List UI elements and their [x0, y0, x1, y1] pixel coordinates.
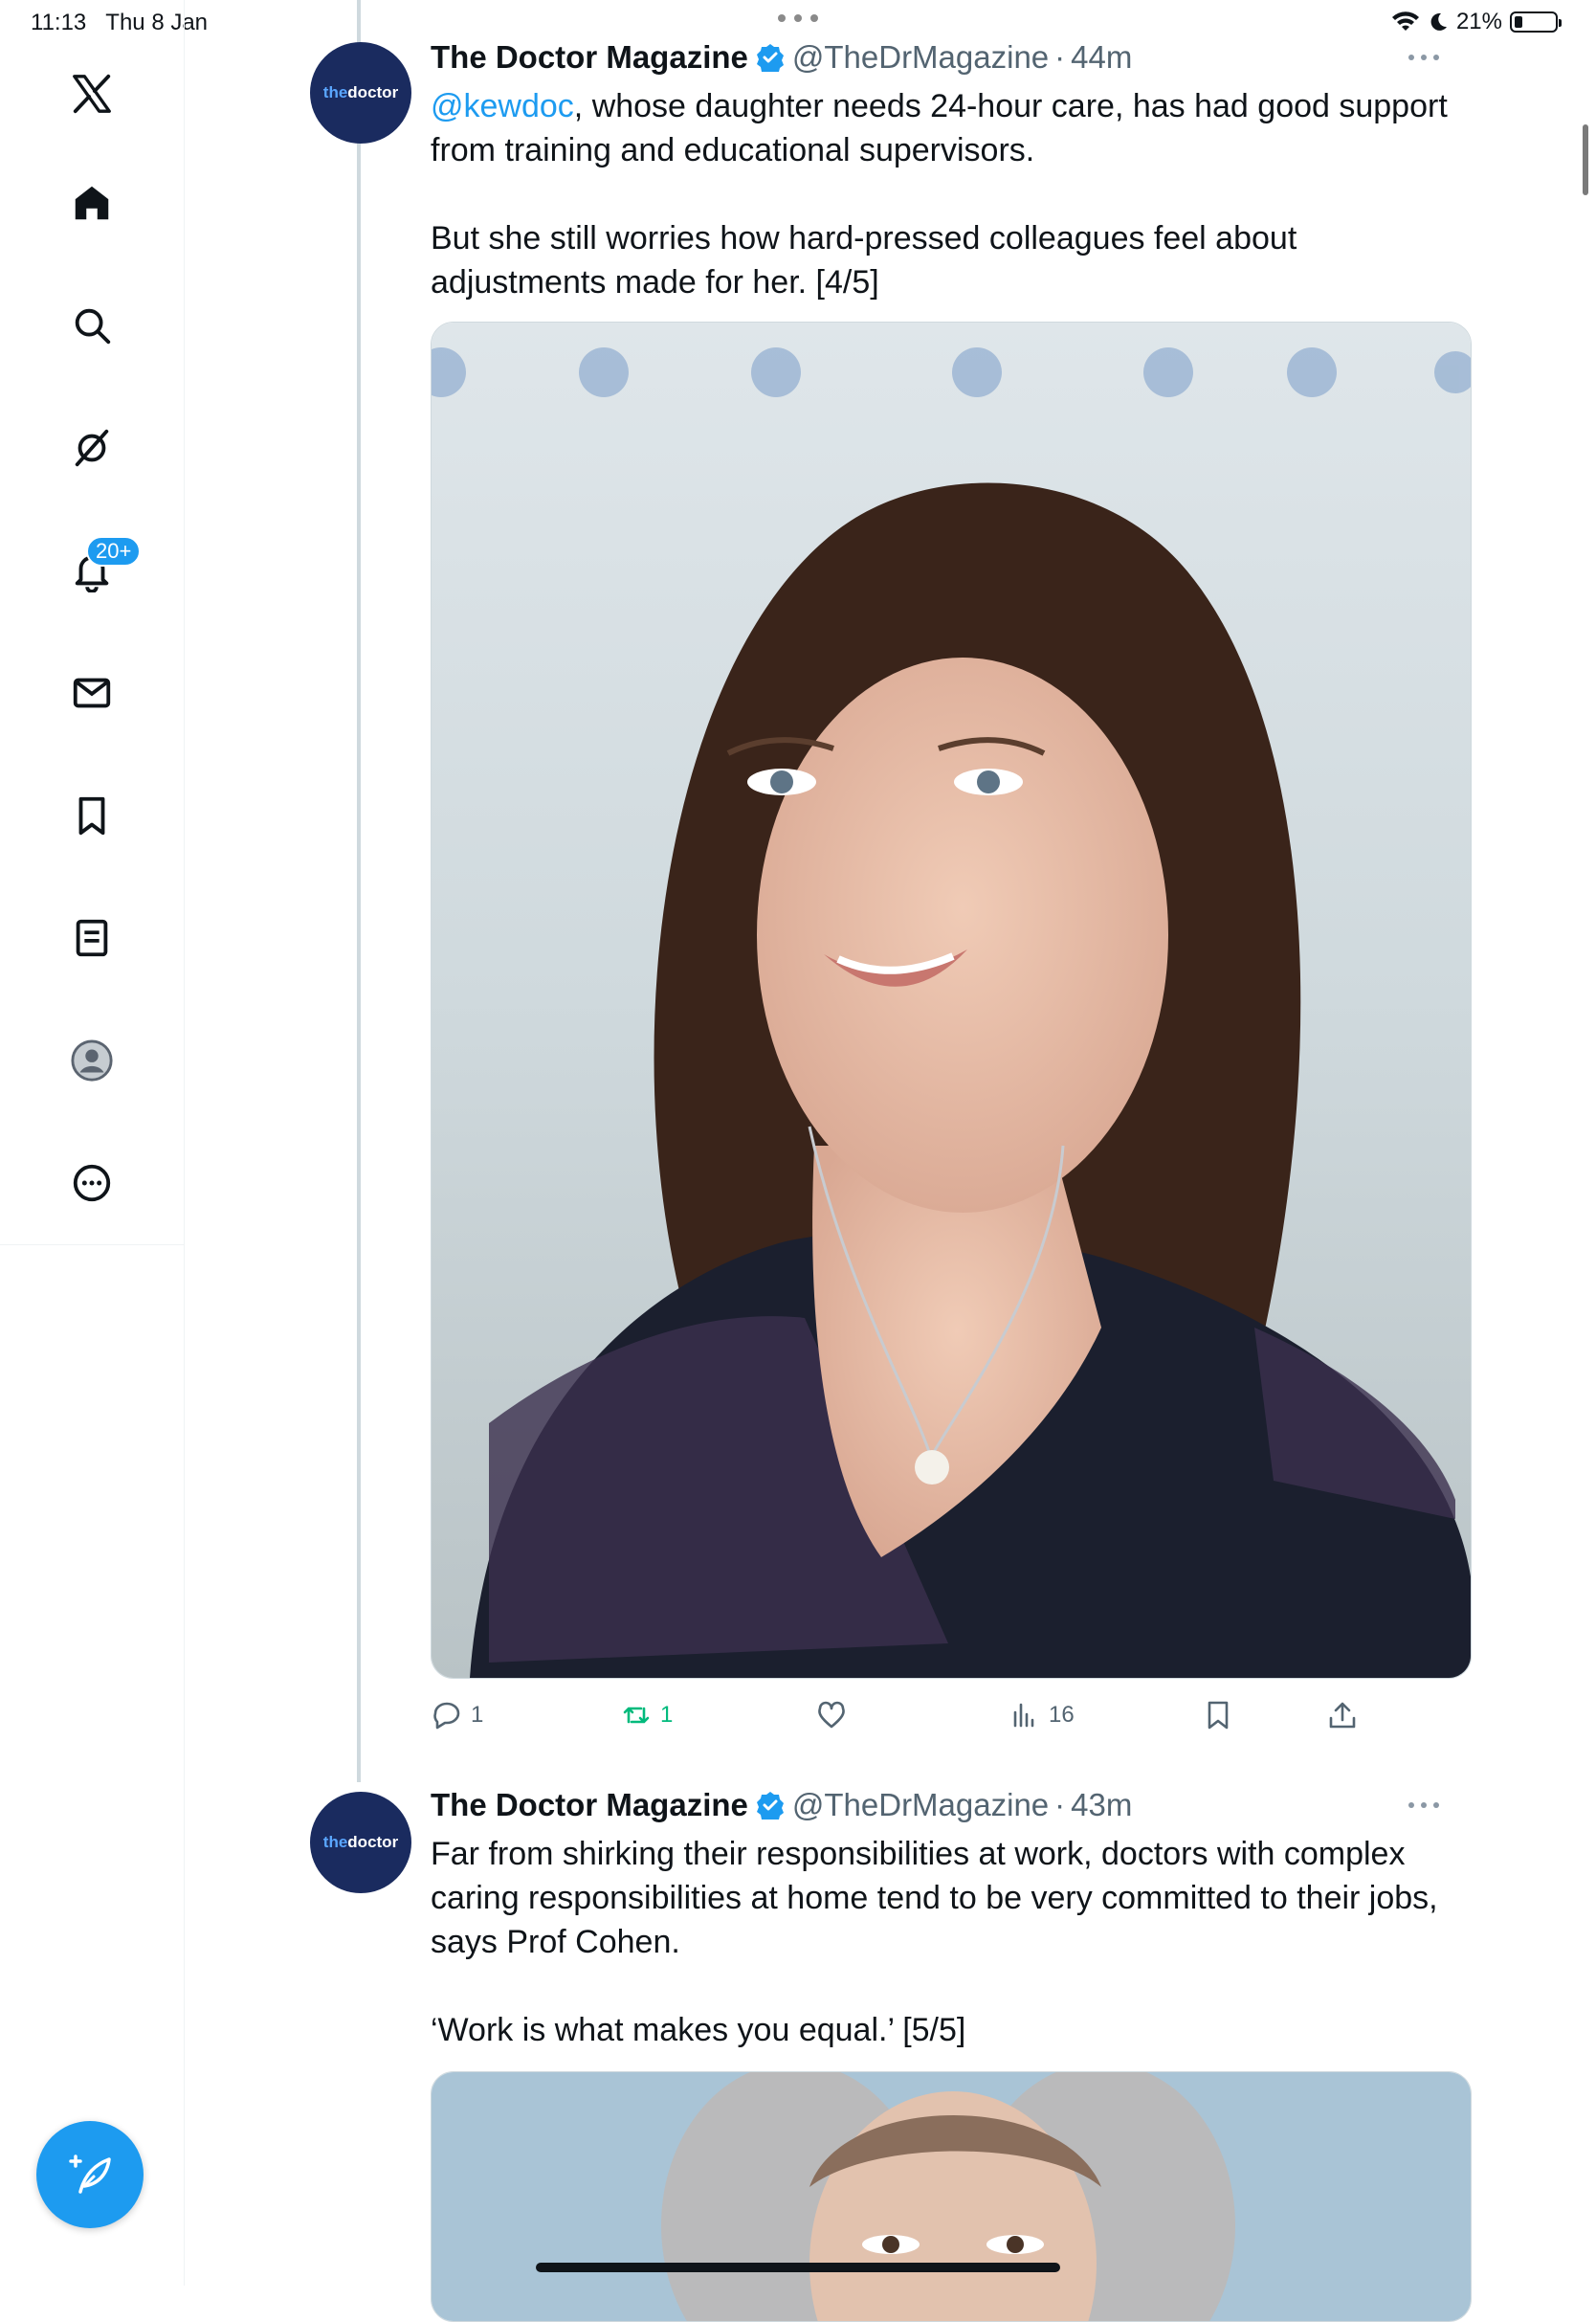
author-handle[interactable]: @TheDrMagazine — [792, 39, 1049, 76]
avatar[interactable]: the doctor — [310, 42, 411, 144]
avatar[interactable]: the doctor — [310, 1792, 411, 1893]
meta-separator: · — [1054, 1787, 1066, 1822]
x-logo-icon[interactable] — [61, 63, 122, 124]
tweet-actions: 1 1 16 — [431, 1692, 1387, 1738]
home-indicator[interactable] — [536, 2263, 1060, 2272]
lists-icon[interactable] — [61, 907, 122, 969]
repost-count: 1 — [660, 1702, 674, 1728]
portrait-photo — [432, 323, 1471, 1678]
tweet-header: The Doctor Magazine @TheDrMagazine · 43m — [431, 1786, 1132, 1824]
mention-link[interactable]: @kewdoc — [431, 88, 574, 124]
tweet-text-para2: ‘Work is what makes you equal.’ [5/5] — [431, 2012, 966, 2048]
photo-preview — [432, 2072, 1471, 2321]
more-options-icon[interactable] — [1405, 48, 1443, 67]
sidebar-divider — [0, 1244, 184, 1245]
share-icon — [1329, 1702, 1356, 1729]
share-button[interactable] — [1326, 1692, 1359, 1738]
notifications-icon[interactable]: 20+ — [61, 536, 142, 601]
tweet[interactable]: the doctor The Doctor Magazine @TheDrMaga… — [306, 1761, 1474, 2322]
scrollbar[interactable] — [1583, 124, 1588, 195]
verified-badge-icon — [756, 1792, 784, 1820]
like-button[interactable] — [815, 1692, 855, 1738]
author-name[interactable]: The Doctor Magazine — [431, 1787, 748, 1823]
avatar-text-a: the — [322, 83, 348, 101]
tweet-text-para1: Far from shirking their responsibilities… — [431, 1836, 1438, 1960]
compose-post-button[interactable] — [36, 2121, 144, 2228]
avatar-text-b: doctor — [347, 83, 399, 101]
views-count: 16 — [1049, 1702, 1075, 1728]
battery-icon — [1510, 11, 1562, 33]
reply-icon — [433, 1702, 460, 1730]
tweet-photo[interactable] — [431, 322, 1472, 1679]
search-icon[interactable] — [61, 295, 122, 356]
bookmarks-icon[interactable] — [61, 785, 122, 846]
profile-icon[interactable] — [61, 1030, 122, 1091]
more-icon[interactable] — [61, 1152, 122, 1214]
tweet-text-line1: , whose daughter needs 24-hour care, has… — [431, 88, 1448, 168]
tweet[interactable]: the doctor The Doctor Magazine @TheDrMaga… — [306, 0, 1474, 1761]
meta-separator: · — [1054, 39, 1066, 75]
avatar-text-a: the — [322, 1833, 348, 1851]
tweet-time[interactable]: 43m — [1071, 1787, 1132, 1823]
tweet-header: The Doctor Magazine @TheDrMagazine · 44m — [431, 38, 1132, 77]
tweet-photo[interactable] — [431, 2071, 1472, 2322]
views-button[interactable]: 16 — [1009, 1692, 1075, 1738]
messages-icon[interactable] — [61, 662, 122, 724]
verified-badge-icon — [756, 44, 784, 72]
grok-icon[interactable] — [61, 417, 122, 479]
home-icon[interactable] — [61, 172, 122, 234]
reply-count: 1 — [471, 1702, 484, 1728]
tweet-text: Far from shirking their responsibilities… — [431, 1832, 1474, 2052]
repost-button[interactable]: 1 — [620, 1692, 673, 1738]
heart-icon — [818, 1701, 845, 1729]
tweet-time[interactable]: 44m — [1071, 39, 1132, 76]
avatar-text-b: doctor — [347, 1833, 399, 1851]
bookmark-icon — [1208, 1701, 1229, 1730]
notifications-badge: 20+ — [86, 536, 142, 567]
tweet-text: @kewdoc, whose daughter needs 24-hour ca… — [431, 84, 1474, 304]
author-name[interactable]: The Doctor Magazine — [431, 39, 748, 76]
repost-icon — [623, 1707, 650, 1724]
bookmark-button[interactable] — [1202, 1692, 1234, 1738]
compose-post-icon — [69, 2155, 111, 2194]
author-handle[interactable]: @TheDrMagazine — [792, 1787, 1049, 1823]
more-options-icon[interactable] — [1405, 1796, 1443, 1815]
reply-button[interactable]: 1 — [431, 1692, 483, 1738]
sidebar: 20+ — [0, 0, 185, 2286]
tweet-text-para2: But she still worries how hard-pressed c… — [431, 220, 1297, 301]
views-icon — [1013, 1703, 1034, 1728]
